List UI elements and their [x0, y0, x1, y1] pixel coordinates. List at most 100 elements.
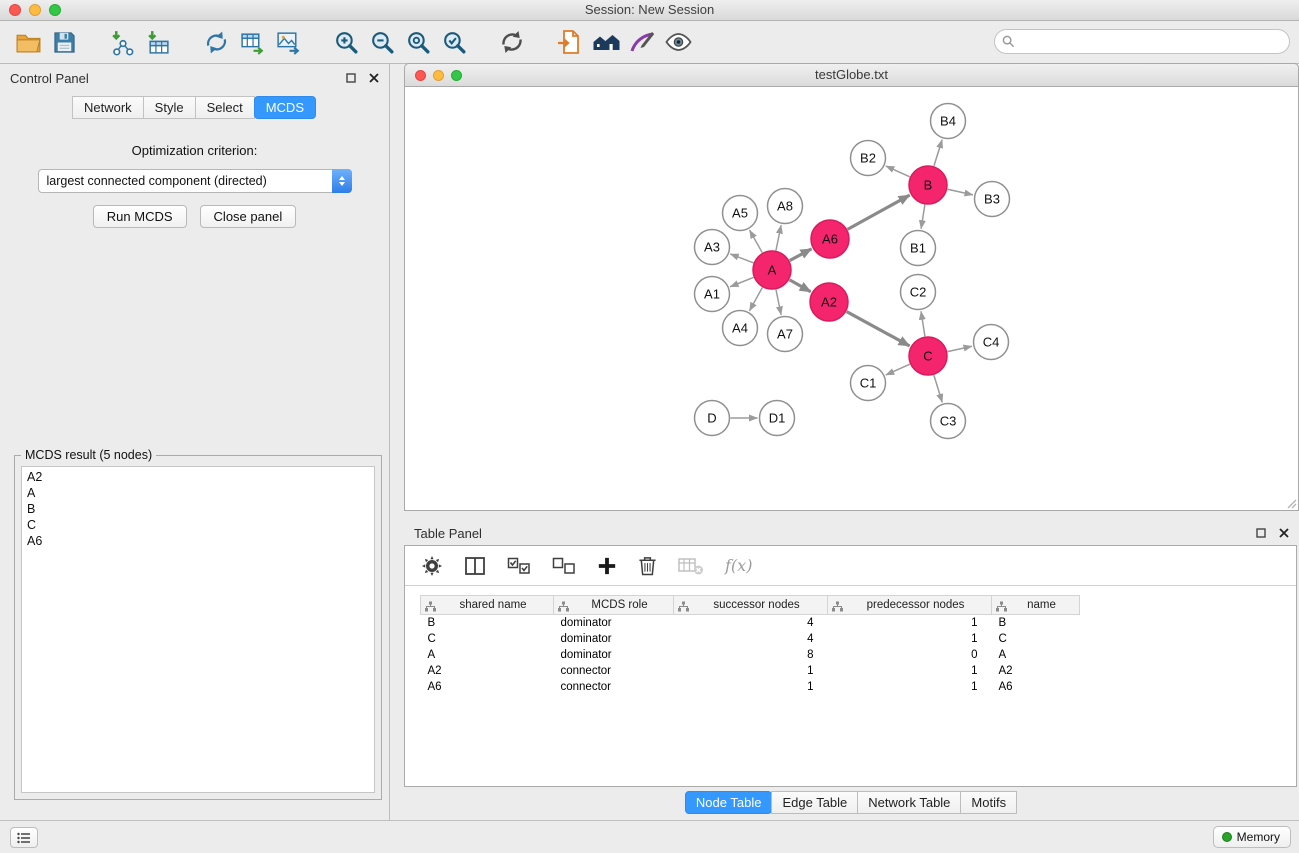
zoom-out-button[interactable] — [364, 24, 400, 60]
criterion-dropdown[interactable]: largest connected component (directed) — [38, 169, 352, 193]
zoom-fit-button[interactable] — [400, 24, 436, 60]
edge-A-A5[interactable] — [750, 230, 763, 253]
column-header-shared-name[interactable]: shared name — [421, 596, 554, 615]
style-check-button[interactable] — [624, 24, 660, 60]
close-table-panel-icon[interactable] — [1279, 528, 1289, 538]
close-window-button[interactable] — [9, 4, 21, 16]
export-table-button[interactable] — [234, 24, 270, 60]
edge-B-B3[interactable] — [948, 189, 973, 195]
edge-B-B1[interactable] — [921, 205, 925, 229]
table-row[interactable]: A6connector11A6 — [421, 679, 1080, 695]
node-D[interactable]: D — [695, 401, 730, 436]
float-table-panel-icon[interactable] — [1256, 528, 1266, 538]
node-C1[interactable]: C1 — [851, 366, 886, 401]
save-session-button[interactable] — [46, 24, 82, 60]
edge-A-A6[interactable] — [790, 249, 812, 261]
table-row[interactable]: A2connector11A2 — [421, 663, 1080, 679]
mcds-result-item[interactable]: A2 — [27, 469, 369, 485]
node-B4[interactable]: B4 — [931, 104, 966, 139]
table-tab-edge-table[interactable]: Edge Table — [771, 791, 858, 814]
close-panel-icon[interactable] — [369, 73, 379, 83]
node-B2[interactable]: B2 — [851, 141, 886, 176]
edge-C-C2[interactable] — [921, 311, 925, 336]
float-panel-icon[interactable] — [346, 73, 356, 83]
node-C[interactable]: C — [909, 337, 947, 375]
network-graph[interactable]: B4B2BB3A5A8A6B1A3AA1A2C2A4A7CC4C1C3DD1 — [405, 87, 1298, 509]
refresh-view-button[interactable] — [494, 24, 530, 60]
search-box[interactable] — [994, 29, 1290, 54]
node-A6[interactable]: A6 — [811, 220, 849, 258]
node-A3[interactable]: A3 — [695, 230, 730, 265]
unselect-all-button[interactable] — [552, 555, 576, 577]
table-row[interactable]: Bdominator41B — [421, 615, 1080, 631]
edge-A-A3[interactable] — [730, 254, 753, 263]
table-tab-network-table[interactable]: Network Table — [857, 791, 961, 814]
node-A[interactable]: A — [753, 251, 791, 289]
edge-C-C3[interactable] — [934, 375, 942, 402]
edge-A-A8[interactable] — [776, 225, 781, 250]
edge-B-B2[interactable] — [886, 166, 910, 177]
node-B[interactable]: B — [909, 166, 947, 204]
network-zoom-button[interactable] — [451, 70, 462, 81]
table-tab-node-table[interactable]: Node Table — [685, 791, 773, 814]
edge-A-A7[interactable] — [776, 290, 781, 315]
edge-A6-B[interactable] — [848, 195, 910, 229]
import-table-button[interactable] — [140, 24, 176, 60]
table-row[interactable]: Cdominator41C — [421, 631, 1080, 647]
network-canvas[interactable]: B4B2BB3A5A8A6B1A3AA1A2C2A4A7CC4C1C3DD1 — [404, 87, 1299, 511]
edge-A-A1[interactable] — [730, 277, 753, 286]
function-builder-button[interactable]: f(x) — [725, 556, 752, 575]
attribute-settings-button[interactable] — [421, 555, 443, 577]
node-D1[interactable]: D1 — [760, 401, 795, 436]
edge-A2-C[interactable] — [847, 312, 910, 346]
node-C3[interactable]: C3 — [931, 404, 966, 439]
control-tab-mcds[interactable]: MCDS — [254, 96, 316, 119]
zoom-selected-button[interactable] — [436, 24, 472, 60]
mcds-result-item[interactable]: C — [27, 517, 369, 533]
panel-menu-button[interactable] — [10, 827, 38, 848]
edge-C-C4[interactable] — [948, 346, 972, 351]
new-network-button[interactable] — [198, 24, 234, 60]
import-file-button[interactable] — [552, 24, 588, 60]
control-tab-network[interactable]: Network — [72, 96, 144, 119]
minimize-window-button[interactable] — [29, 4, 41, 16]
resize-grip[interactable] — [1285, 497, 1297, 509]
edge-B-B4[interactable] — [934, 140, 942, 166]
node-A7[interactable]: A7 — [768, 317, 803, 352]
mcds-result-list[interactable]: A2ABCA6 — [21, 466, 375, 793]
control-tab-style[interactable]: Style — [143, 96, 196, 119]
show-graphics-button[interactable] — [660, 24, 696, 60]
import-network-button[interactable] — [104, 24, 140, 60]
node-C4[interactable]: C4 — [974, 325, 1009, 360]
close-panel-button[interactable]: Close panel — [200, 205, 297, 228]
select-all-button[interactable] — [507, 555, 531, 577]
node-A2[interactable]: A2 — [810, 283, 848, 321]
node-A8[interactable]: A8 — [768, 189, 803, 224]
add-row-button[interactable] — [597, 556, 617, 576]
column-header-mcds-role[interactable]: MCDS role — [554, 596, 674, 615]
network-window-titlebar[interactable]: testGlobe.txt — [404, 63, 1299, 87]
column-header-successor-nodes[interactable]: successor nodes — [674, 596, 828, 615]
node-B1[interactable]: B1 — [901, 231, 936, 266]
show-columns-button[interactable] — [464, 555, 486, 577]
edge-A-A4[interactable] — [749, 288, 762, 311]
network-close-button[interactable] — [415, 70, 426, 81]
node-A1[interactable]: A1 — [695, 277, 730, 312]
control-tab-select[interactable]: Select — [195, 96, 255, 119]
node-C2[interactable]: C2 — [901, 275, 936, 310]
table-tab-motifs[interactable]: Motifs — [960, 791, 1017, 814]
edge-C-C1[interactable] — [886, 364, 910, 375]
column-header-predecessor-nodes[interactable]: predecessor nodes — [828, 596, 992, 615]
node-A4[interactable]: A4 — [723, 311, 758, 346]
node-A5[interactable]: A5 — [723, 196, 758, 231]
export-image-button[interactable] — [270, 24, 306, 60]
delete-rows-button[interactable] — [638, 555, 657, 576]
memory-button[interactable]: Memory — [1213, 826, 1291, 848]
zoom-window-button[interactable] — [49, 4, 61, 16]
mcds-result-item[interactable]: A6 — [27, 533, 369, 549]
mcds-result-item[interactable]: A — [27, 485, 369, 501]
run-mcds-button[interactable]: Run MCDS — [93, 205, 187, 228]
edge-A-A2[interactable] — [789, 280, 810, 292]
delete-table-button[interactable] — [678, 555, 704, 577]
home-view-button[interactable] — [588, 24, 624, 60]
